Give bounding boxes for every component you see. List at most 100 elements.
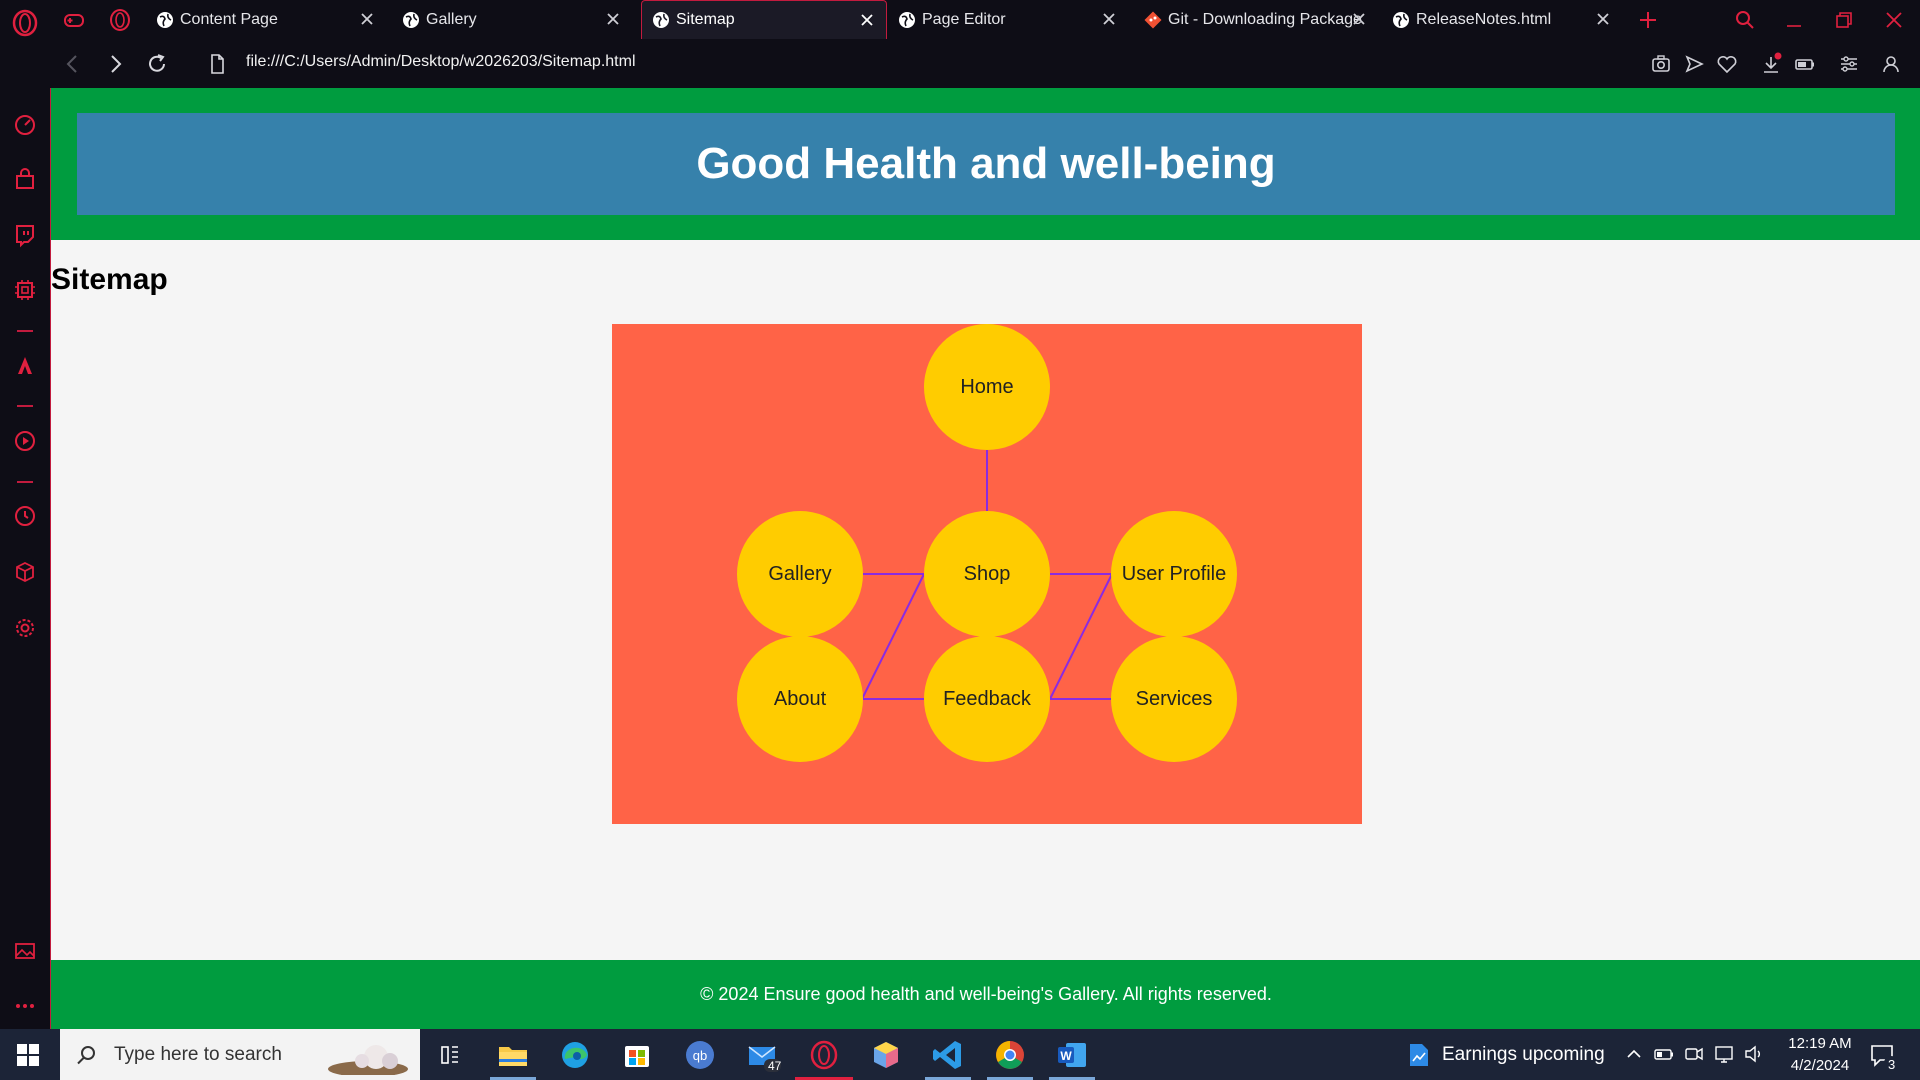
connector-userprofile-feedback <box>1049 573 1113 700</box>
minimize-icon[interactable] <box>1780 6 1808 34</box>
tab-content-page[interactable]: Content Page <box>146 0 386 39</box>
easy-setup-icon[interactable] <box>1836 51 1862 77</box>
opera-gx-taskbar-icon[interactable] <box>806 1037 842 1073</box>
gamepad-icon[interactable] <box>62 8 86 32</box>
wallpaper-image-icon[interactable] <box>12 938 38 964</box>
site-header: Good Health and well-being <box>51 88 1920 240</box>
twitch-icon[interactable] <box>12 222 38 248</box>
aria-ai-icon[interactable] <box>12 352 38 378</box>
restore-window-icon[interactable] <box>1830 6 1858 34</box>
clock-date: 4/2/2024 <box>1790 1057 1850 1074</box>
header-title-box: Good Health and well-being <box>77 113 1895 215</box>
profile-icon[interactable] <box>1878 51 1904 77</box>
tab-git-downloading-package[interactable]: Git - Downloading Package <box>1134 0 1378 39</box>
sitemap-node-about[interactable]: About <box>737 636 863 762</box>
globe-icon <box>899 11 915 28</box>
url-input[interactable]: file:///C:/Users/Admin/Desktop/w2026203/… <box>246 53 636 71</box>
close-window-icon[interactable] <box>1880 6 1908 34</box>
page-heading: Sitemap <box>51 263 168 296</box>
stock-chart-icon <box>1410 1044 1428 1066</box>
tab-label: ReleaseNotes.html <box>1416 10 1552 28</box>
browser-tab-bar: Content Page Gallery Sitemap Page Editor… <box>0 0 1920 39</box>
clock-time: 12:19 AM <box>1788 1035 1852 1052</box>
tab-label: Gallery <box>426 10 477 28</box>
word-icon[interactable]: W <box>1054 1037 1090 1073</box>
forward-icon[interactable] <box>102 51 128 77</box>
site-footer: © 2024 Ensure good health and well-being… <box>51 960 1920 1029</box>
news-widget[interactable]: Earnings upcoming <box>1406 1041 1605 1069</box>
tab-sitemap[interactable]: Sitemap <box>641 0 887 39</box>
cube-app-icon[interactable] <box>868 1037 904 1073</box>
address-bar: file:///C:/Users/Admin/Desktop/w2026203/… <box>50 39 1920 88</box>
close-tab-icon[interactable] <box>358 10 376 28</box>
close-tab-icon[interactable] <box>1100 10 1118 28</box>
svg-text:qb: qb <box>693 1048 707 1063</box>
qbittorrent-icon[interactable]: qb <box>682 1037 718 1073</box>
close-tab-icon[interactable] <box>1594 10 1612 28</box>
player-icon[interactable] <box>12 428 38 454</box>
news-text: Earnings upcoming <box>1442 1044 1605 1065</box>
connector-shop-about <box>861 573 925 700</box>
tab-release-notes[interactable]: ReleaseNotes.html <box>1382 0 1622 39</box>
sitemap-node-user-profile[interactable]: User Profile <box>1111 511 1237 637</box>
windows-start-icon[interactable] <box>16 1043 40 1067</box>
close-tab-icon[interactable] <box>858 11 876 29</box>
sitemap-node-feedback[interactable]: Feedback <box>924 636 1050 762</box>
cpu-limiter-icon[interactable] <box>12 277 38 303</box>
globe-icon <box>653 12 669 28</box>
mail-badge: 47 <box>768 1059 782 1073</box>
site-title: Good Health and well-being <box>696 139 1276 188</box>
edge-browser-icon[interactable] <box>557 1037 593 1073</box>
reload-icon[interactable] <box>144 51 170 77</box>
git-icon <box>1144 11 1162 28</box>
opera-logo-icon[interactable] <box>10 8 40 38</box>
tab-page-editor[interactable]: Page Editor <box>888 0 1128 39</box>
back-icon[interactable] <box>60 51 86 77</box>
sitemap-node-shop[interactable]: Shop <box>924 511 1050 637</box>
opera-gx-icon[interactable] <box>108 8 132 32</box>
heart-bookmark-icon[interactable] <box>1714 51 1740 77</box>
search-placeholder: Type here to search <box>114 1043 282 1065</box>
send-flow-icon[interactable] <box>1681 51 1707 77</box>
more-options-icon[interactable] <box>12 993 38 1019</box>
footer-copyright: © 2024 Ensure good health and well-being… <box>700 984 1272 1004</box>
tab-label: Page Editor <box>922 10 1006 28</box>
close-tab-icon[interactable] <box>1350 10 1368 28</box>
tab-gallery[interactable]: Gallery <box>392 0 632 39</box>
sitemap-node-gallery[interactable]: Gallery <box>737 511 863 637</box>
camera-snapshot-icon[interactable] <box>1648 51 1674 77</box>
new-tab-plus-icon[interactable] <box>1636 8 1660 32</box>
speedometer-icon[interactable] <box>12 112 38 138</box>
taskbar-search-box[interactable]: Type here to search <box>60 1029 420 1080</box>
volume-icon[interactable] <box>1743 1043 1765 1065</box>
vscode-icon[interactable] <box>930 1037 966 1073</box>
globe-icon <box>157 11 173 28</box>
sitemap-node-home[interactable]: Home <box>924 324 1050 450</box>
sitemap-diagram: Home Gallery Shop User Profile About Fee… <box>612 324 1362 824</box>
notification-count: 3 <box>1888 1057 1896 1072</box>
tab-label: Content Page <box>180 10 278 28</box>
taskbar-clock[interactable]: 12:19 AM 4/2/2024 <box>1772 1033 1868 1077</box>
battery-icon[interactable] <box>1653 1043 1675 1065</box>
file-explorer-icon[interactable] <box>495 1037 531 1073</box>
task-view-icon[interactable] <box>432 1037 468 1073</box>
microsoft-store-icon[interactable] <box>619 1037 655 1073</box>
search-highlight-garlic-icon <box>328 1045 408 1075</box>
download-icon[interactable] <box>1758 51 1784 77</box>
settings-gear-icon[interactable] <box>12 615 38 641</box>
sitemap-node-services[interactable]: Services <box>1111 636 1237 762</box>
close-tab-icon[interactable] <box>604 10 622 28</box>
history-clock-icon[interactable] <box>12 503 38 529</box>
extensions-cube-icon[interactable] <box>12 559 38 585</box>
search-tabs-icon[interactable] <box>1731 6 1759 34</box>
search-icon <box>77 1045 95 1064</box>
show-hidden-icons-icon[interactable] <box>1623 1043 1645 1065</box>
tab-label: Sitemap <box>676 11 735 28</box>
battery-saver-icon[interactable] <box>1792 51 1818 77</box>
chrome-icon[interactable] <box>992 1037 1028 1073</box>
network-icon[interactable] <box>1713 1043 1735 1065</box>
shopping-bag-icon[interactable] <box>12 167 38 193</box>
sidebar-separator <box>17 405 33 407</box>
meet-now-icon[interactable] <box>1683 1043 1705 1065</box>
file-page-icon[interactable] <box>204 51 230 77</box>
